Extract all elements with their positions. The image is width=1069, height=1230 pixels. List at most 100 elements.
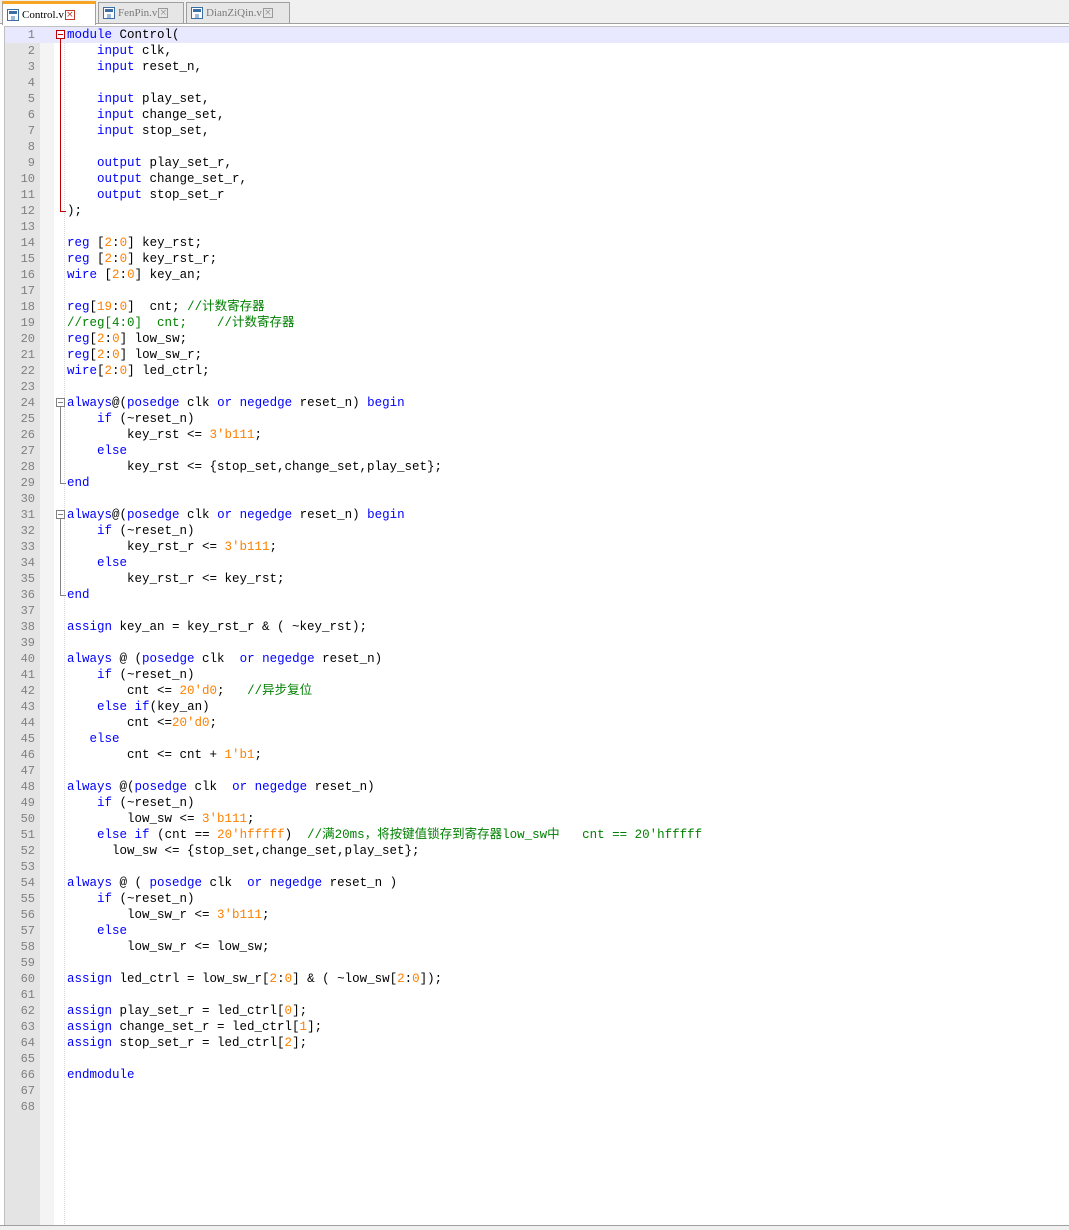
code-line[interactable]: 45 else — [5, 731, 1069, 747]
code-line[interactable]: 36 end — [5, 587, 1069, 603]
code-line[interactable]: 59 — [5, 955, 1069, 971]
code-line[interactable]: 65 — [5, 1051, 1069, 1067]
code-line[interactable]: 37 — [5, 603, 1069, 619]
line-number: 37 — [20, 604, 35, 618]
code-line[interactable]: 49 if (~reset_n) — [5, 795, 1069, 811]
line-number: 25 — [20, 412, 35, 426]
code-line[interactable]: 44 cnt <=20'd0; — [5, 715, 1069, 731]
code-line[interactable]: 18 reg[19:0] cnt; //计数寄存器 — [5, 299, 1069, 315]
code-line[interactable]: 24 always@(posedge clk or negedge reset_n… — [5, 395, 1069, 411]
line-number: 48 — [20, 780, 35, 794]
file-saved-icon — [7, 8, 19, 21]
fold-toggle-icon[interactable] — [56, 398, 65, 407]
code-line[interactable]: 7 input stop_set, — [5, 123, 1069, 139]
code-line[interactable]: 12); — [5, 203, 1069, 219]
code-text: input play_set, — [97, 92, 210, 106]
code-line[interactable]: 35 key_rst_r <= key_rst; — [5, 571, 1069, 587]
tab-label: Control.v — [22, 8, 64, 21]
line-number: 15 — [20, 252, 35, 266]
code-line[interactable]: 55 if (~reset_n) — [5, 891, 1069, 907]
code-line[interactable]: 30 — [5, 491, 1069, 507]
line-number: 64 — [20, 1036, 35, 1050]
code-line[interactable]: 61 — [5, 987, 1069, 1003]
fold-toggle-icon[interactable] — [56, 30, 65, 39]
code-line[interactable]: 17 — [5, 283, 1069, 299]
code-line[interactable]: 19 //reg[4:0] cnt; //计数寄存器 — [5, 315, 1069, 331]
code-text: endmodule — [67, 1068, 135, 1082]
code-text: module Control( — [67, 28, 180, 42]
code-line[interactable]: 1 module Control( — [5, 27, 1069, 43]
code-line[interactable]: 11 output stop_set_r — [5, 187, 1069, 203]
line-number: 39 — [20, 636, 35, 650]
code-line[interactable]: 9 output play_set_r, — [5, 155, 1069, 171]
code-line[interactable]: 46 cnt <= cnt + 1'b1; — [5, 747, 1069, 763]
code-line[interactable]: 56 low_sw_r <= 3'b111; — [5, 907, 1069, 923]
code-line[interactable]: 47 — [5, 763, 1069, 779]
code-line[interactable]: 32 if (~reset_n) — [5, 523, 1069, 539]
code-line[interactable]: 48 always @(posedge clk or negedge reset_… — [5, 779, 1069, 795]
code-line[interactable]: 14 reg [2:0] key_rst; — [5, 235, 1069, 251]
code-line[interactable]: 33 key_rst_r <= 3'b111; — [5, 539, 1069, 555]
code-line[interactable]: 3 input reset_n, — [5, 59, 1069, 75]
code-line[interactable]: 28 key_rst <= {stop_set,change_set,play_… — [5, 459, 1069, 475]
code-line[interactable]: 27 else — [5, 443, 1069, 459]
code-line[interactable]: 15 reg [2:0] key_rst_r; — [5, 251, 1069, 267]
code-line[interactable]: 60 assign led_ctrl = low_sw_r[2:0] & ( ~l… — [5, 971, 1069, 987]
code-line[interactable]: 43 else if(key_an) — [5, 699, 1069, 715]
code-line[interactable]: 62 assign play_set_r = led_ctrl[0]; — [5, 1003, 1069, 1019]
code-line[interactable]: 10 output change_set_r, — [5, 171, 1069, 187]
close-tab-icon[interactable]: × — [64, 9, 75, 20]
code-line[interactable]: 29 end — [5, 475, 1069, 491]
code-line[interactable]: 63 assign change_set_r = led_ctrl[1]; — [5, 1019, 1069, 1035]
code-line[interactable]: 23 — [5, 379, 1069, 395]
line-number: 19 — [20, 316, 35, 330]
line-number: 29 — [20, 476, 35, 490]
tab-dianziqin-v[interactable]: DianZiQin.v × — [186, 2, 290, 23]
code-line[interactable]: 34 else — [5, 555, 1069, 571]
code-line[interactable]: 5 input play_set, — [5, 91, 1069, 107]
code-line[interactable]: 68 — [5, 1099, 1069, 1115]
line-number: 28 — [20, 460, 35, 474]
code-line[interactable]: 13 — [5, 219, 1069, 235]
code-line[interactable]: 66 endmodule — [5, 1067, 1069, 1083]
tab-control-v[interactable]: Control.v × — [2, 1, 96, 25]
code-line[interactable]: 6 input change_set, — [5, 107, 1069, 123]
code-line[interactable]: 16 wire [2:0] key_an; — [5, 267, 1069, 283]
code-line[interactable]: 58 low_sw_r <= low_sw; — [5, 939, 1069, 955]
close-tab-icon[interactable]: × — [262, 8, 273, 18]
code-line[interactable]: 20 reg[2:0] low_sw; — [5, 331, 1069, 347]
code-line[interactable]: 50 low_sw <= 3'b111; — [5, 811, 1069, 827]
code-line[interactable]: 2 input clk, — [5, 43, 1069, 59]
tab-fenpin-v[interactable]: FenPin.v × — [98, 2, 184, 23]
code-line[interactable]: 51 else if (cnt == 20'hfffff) //满20ms，将按… — [5, 827, 1069, 843]
code-line[interactable]: 53 — [5, 859, 1069, 875]
code-line[interactable]: 52 low_sw <= {stop_set,change_set,play_s… — [5, 843, 1069, 859]
line-number: 4 — [27, 76, 35, 90]
code-line[interactable]: 42 cnt <= 20'd0; //异步复位 — [5, 683, 1069, 699]
line-number: 18 — [20, 300, 35, 314]
code-editor[interactable]: 1 module Control(2 input clk, 3 input rese… — [4, 26, 1069, 1225]
code-line[interactable]: 64 assign stop_set_r = led_ctrl[2]; — [5, 1035, 1069, 1051]
horizontal-scrollbar[interactable] — [0, 1225, 1069, 1230]
code-line[interactable]: 21 reg[2:0] low_sw_r; — [5, 347, 1069, 363]
fold-toggle-icon[interactable] — [56, 510, 65, 519]
code-line[interactable]: 22 wire[2:0] led_ctrl; — [5, 363, 1069, 379]
line-number: 31 — [20, 508, 35, 522]
code-line[interactable]: 39 — [5, 635, 1069, 651]
code-line[interactable]: 54 always @ ( posedge clk or negedge rese… — [5, 875, 1069, 891]
code-line[interactable]: 26 key_rst <= 3'b111; — [5, 427, 1069, 443]
code-line[interactable]: 41 if (~reset_n) — [5, 667, 1069, 683]
code-line[interactable]: 4 — [5, 75, 1069, 91]
code-line[interactable]: 67 — [5, 1083, 1069, 1099]
code-line[interactable]: 57 else — [5, 923, 1069, 939]
code-text: always@(posedge clk or negedge reset_n) … — [67, 396, 405, 410]
code-line[interactable]: 25 if (~reset_n) — [5, 411, 1069, 427]
code-line[interactable]: 40 always @ (posedge clk or negedge reset… — [5, 651, 1069, 667]
tab-bar: Control.v × FenPin.v × DianZiQin.v × — [0, 0, 1069, 25]
close-tab-icon[interactable]: × — [158, 8, 169, 18]
code-text: input clk, — [97, 44, 173, 58]
code-line[interactable]: 38 assign key_an = key_rst_r & ( ~key_rst… — [5, 619, 1069, 635]
line-number: 8 — [27, 140, 35, 154]
code-line[interactable]: 8 — [5, 139, 1069, 155]
code-line[interactable]: 31 always@(posedge clk or negedge reset_n… — [5, 507, 1069, 523]
